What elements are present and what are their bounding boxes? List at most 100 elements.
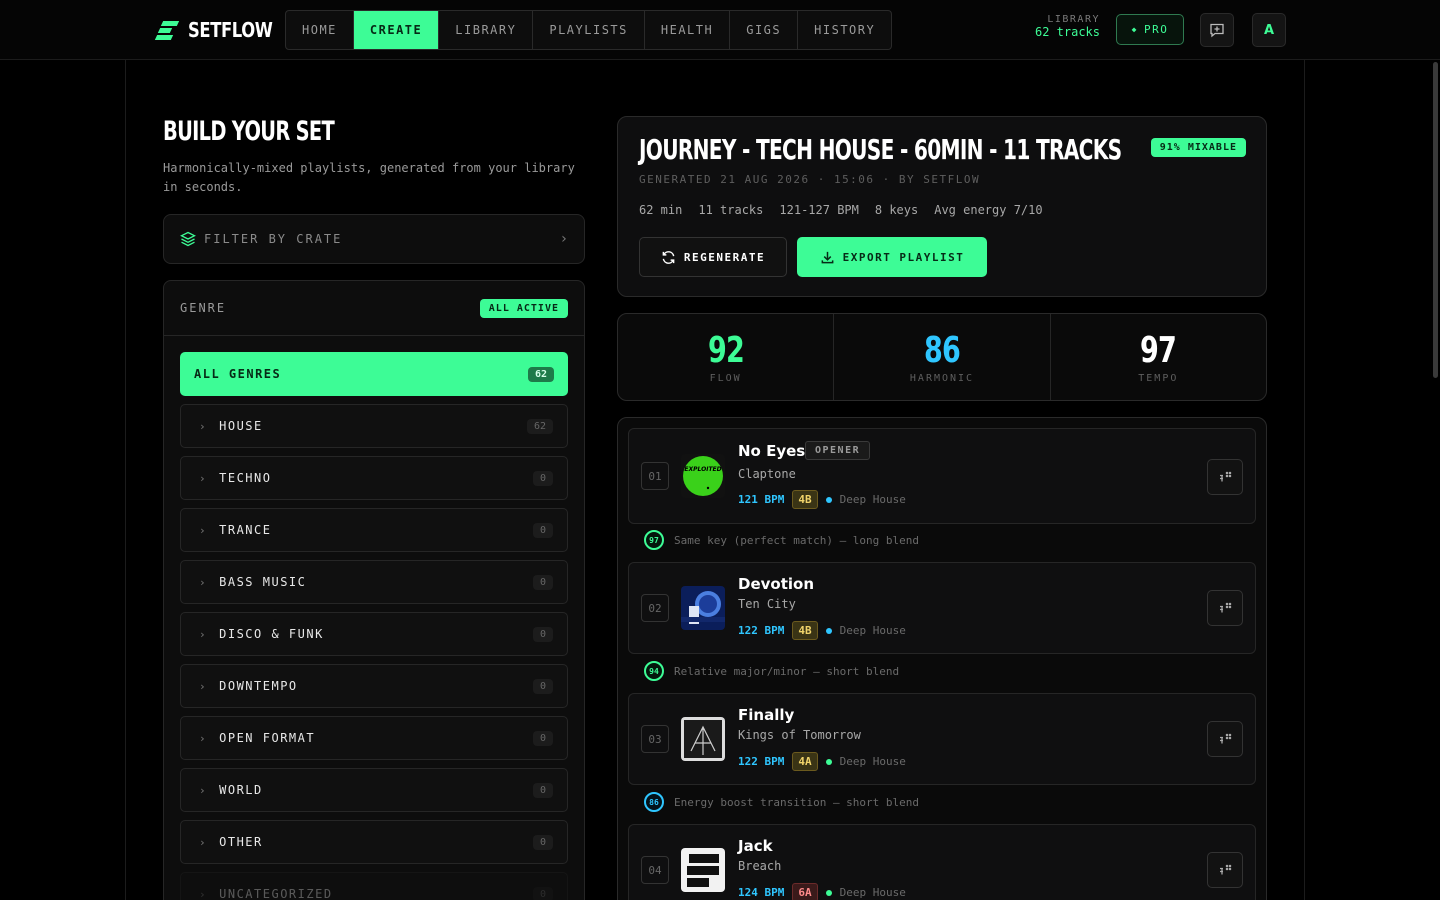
main-nav-tabs: HOME CREATE LIBRARY PLAYLISTS HEALTH GIG… [285, 10, 893, 50]
genre-count: 0 [532, 678, 553, 694]
pro-button[interactable]: ◆ PRO [1116, 14, 1184, 45]
message-plus-icon [1210, 23, 1224, 38]
avatar[interactable]: A [1252, 13, 1286, 47]
genre-item-techno[interactable]: › TECHNO 0 [180, 456, 568, 500]
avatar-initial: A [1263, 22, 1275, 38]
track-bpm: 122 BPM [738, 755, 785, 768]
genre-item-trance[interactable]: › TRANCE 0 [180, 508, 568, 552]
svg-text:EXPLOITED: EXPLOITED [684, 466, 721, 473]
track-meta: 124 BPM 6A Deep House [738, 883, 906, 900]
tab-home[interactable]: HOME [286, 11, 354, 49]
track-meta: 122 BPM 4B Deep House [738, 621, 906, 640]
genre-label: UNCATEGORIZED [219, 887, 333, 900]
regenerate-label: REGENERATE [683, 250, 766, 264]
track-title: Finally [738, 706, 795, 724]
genre-label: DOWNTEMPO [219, 679, 298, 693]
tab-gigs[interactable]: GIGS [730, 11, 799, 49]
filter-by-crate[interactable]: FILTER BY CRATE › [163, 214, 585, 264]
tab-library[interactable]: LIBRARY [439, 11, 534, 49]
library-stat: LIBRARY 62 tracks [1010, 14, 1100, 39]
track-row[interactable]: 02 Devotion Ten City 122 BPM 4B Deep Hou… [628, 562, 1256, 654]
transition-text: Relative major/minor — short blend [674, 664, 900, 678]
stat-keys: 8 keys [874, 203, 919, 217]
chevron-right-icon: › [199, 575, 208, 589]
track-options-button[interactable] [1207, 721, 1243, 757]
set-summary-card: JOURNEY - TECH HOUSE - 60MIN - 11 TRACKS… [617, 116, 1267, 297]
album-art: EXPLOITED [681, 454, 725, 498]
tab-health[interactable]: HEALTH [645, 11, 731, 49]
logo-icon [154, 20, 180, 40]
genre-item-world[interactable]: › WORLD 0 [180, 768, 568, 812]
refresh-icon [662, 250, 675, 264]
track-row[interactable]: 04 Jack Breach 124 BPM 6A Deep House [628, 824, 1256, 900]
track-options-button[interactable] [1207, 459, 1243, 495]
tab-history[interactable]: HISTORY [798, 11, 891, 49]
track-meta: 121 BPM 4B Deep House [738, 490, 906, 509]
regenerate-button[interactable]: REGENERATE [639, 237, 787, 277]
genre-count: 0 [532, 626, 553, 642]
opener-badge: OPENER [805, 441, 871, 460]
genre-item-disco-funk[interactable]: › DISCO & FUNK 0 [180, 612, 568, 656]
energy-dot [825, 496, 832, 503]
genre-label: DISCO & FUNK [219, 627, 324, 641]
album-art [681, 848, 725, 892]
score-harmonic: 86 HARMONIC [834, 314, 1051, 400]
chevron-right-icon: › [199, 835, 208, 849]
drag-handle-icon [1220, 471, 1232, 482]
transition-text: Same key (perfect match) — long blend [674, 533, 920, 547]
track-number: 03 [641, 725, 669, 753]
chevron-right-icon: › [199, 523, 208, 537]
status-badge: ALL ACTIVE [479, 298, 568, 318]
track-number: 04 [641, 856, 669, 884]
genre-item-downtempo[interactable]: › DOWNTEMPO 0 [180, 664, 568, 708]
logo[interactable]: SETFLOW [154, 18, 291, 42]
genre-item-house[interactable]: › HOUSE 62 [180, 404, 568, 448]
transition-score: 94 [644, 661, 664, 681]
chevron-right-icon: › [199, 419, 208, 433]
stat-energy: Avg energy 7/10 [934, 203, 1043, 217]
track-options-button[interactable] [1207, 852, 1243, 888]
tab-playlists[interactable]: PLAYLISTS [533, 11, 645, 49]
score-label: HARMONIC [909, 373, 975, 384]
track-bpm: 124 BPM [738, 886, 785, 899]
energy-dot [825, 889, 832, 896]
track-genre: Deep House [839, 755, 906, 768]
genre-item-uncategorized[interactable]: › UNCATEGORIZED 0 [180, 872, 568, 900]
transition-info: 97 Same key (perfect match) — long blend [644, 530, 919, 550]
track-title: Devotion [738, 575, 815, 593]
album-art [681, 586, 725, 630]
track-artist: Ten City [738, 597, 796, 611]
track-key: 4B [792, 490, 818, 509]
top-nav-bar: SETFLOW HOME CREATE LIBRARY PLAYLISTS HE… [0, 0, 1440, 60]
score-label: FLOW [709, 373, 742, 384]
track-options-button[interactable] [1207, 590, 1243, 626]
score-card: 92 FLOW 86 HARMONIC 97 TEMPO [617, 313, 1267, 401]
genre-item-open-format[interactable]: › OPEN FORMAT 0 [180, 716, 568, 760]
track-bpm: 122 BPM [738, 624, 785, 637]
pro-label: PRO [1143, 23, 1169, 36]
score-value: 97 [1140, 330, 1177, 371]
feedback-button[interactable] [1200, 13, 1234, 47]
genre-item-other[interactable]: › OTHER 0 [180, 820, 568, 864]
genre-header: GENRE ALL ACTIVE [164, 281, 584, 336]
genre-item-all[interactable]: ALL GENRES 62 [180, 352, 568, 396]
cover-art-image: EXPLOITED [681, 454, 725, 498]
genre-count: 0 [532, 730, 553, 746]
chevron-right-icon: › [199, 731, 208, 745]
track-row[interactable]: 01 EXPLOITED No Eyes OPENER Claptone 121… [628, 428, 1256, 524]
chevron-right-icon: › [199, 679, 208, 693]
generated-info: GENERATED 21 AUG 2026 · 15:06 · BY SETFL… [639, 173, 981, 186]
track-row[interactable]: 03 Finally Kings of Tomorrow 122 BPM 4A … [628, 693, 1256, 785]
genre-item-bass-music[interactable]: › BASS MUSIC 0 [180, 560, 568, 604]
export-playlist-button[interactable]: EXPORT PLAYLIST [797, 237, 987, 277]
genre-count: 0 [532, 574, 553, 590]
scrollbar[interactable] [1432, 62, 1438, 898]
genre-count: 0 [532, 834, 553, 850]
genre-label: TECHNO [219, 471, 272, 485]
genre-list: ALL GENRES 62 › HOUSE 62 › TECHNO 0 › TRANCE 0… [180, 352, 568, 900]
scrollbar-thumb[interactable] [1433, 62, 1438, 378]
tab-create[interactable]: CREATE [353, 11, 440, 49]
track-genre: Deep House [839, 624, 906, 637]
genre-label: TRANCE [219, 523, 272, 537]
transition-score: 86 [644, 792, 664, 812]
